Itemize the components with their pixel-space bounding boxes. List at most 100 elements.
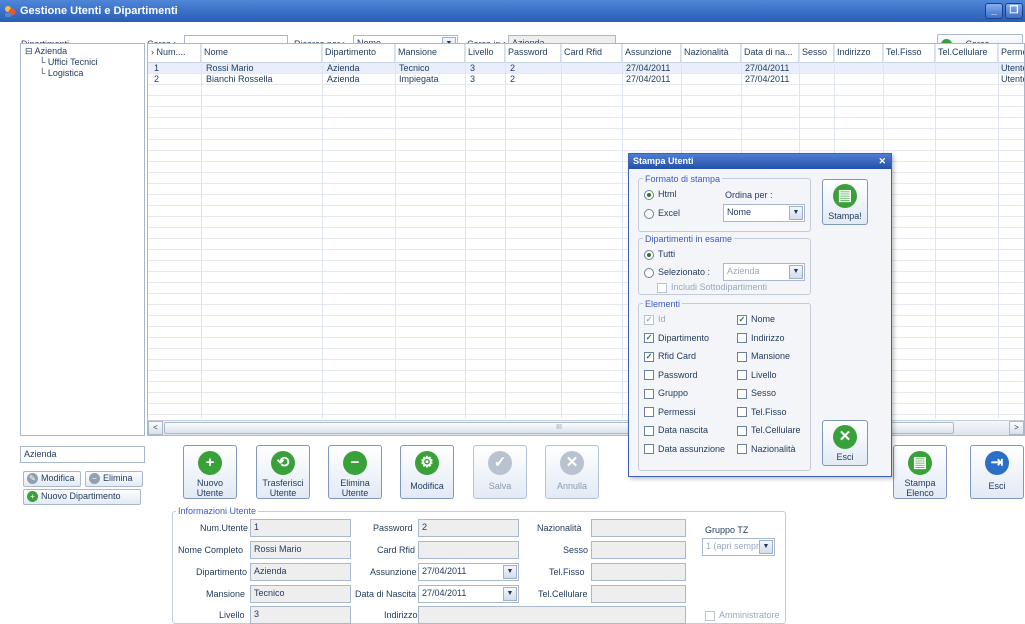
elemento-checkbox[interactable]: Sesso <box>737 388 776 399</box>
ordina-per-select[interactable]: Nome ▼ <box>723 204 805 222</box>
elemento-checkbox[interactable]: ✓ Id <box>644 314 666 325</box>
elemento-checkbox[interactable]: Tel.Fisso <box>737 407 787 418</box>
maximize-button[interactable]: ❐ <box>1005 3 1023 19</box>
stampa-button[interactable]: ▤ Stampa! <box>822 179 868 225</box>
scroll-left-button[interactable]: < <box>148 421 163 435</box>
elemento-checkbox[interactable]: Livello <box>737 370 777 381</box>
checkbox-box <box>644 425 654 436</box>
selezionato-select[interactable]: Azienda ▼ <box>723 263 805 281</box>
assunzione-date-picker[interactable]: 27/04/2011 ▼ <box>418 563 519 581</box>
column-header[interactable]: Mansione <box>395 44 465 62</box>
column-header[interactable]: Perme <box>998 44 1024 62</box>
tree-node-uffici[interactable]: └ Uffici Tecnici <box>25 57 140 68</box>
excel-radio[interactable]: Excel <box>644 208 680 219</box>
column-header[interactable]: Card Rfid <box>561 44 622 62</box>
sesso-field[interactable] <box>591 541 686 559</box>
chevron-down-icon: ▼ <box>503 565 517 579</box>
card-rfid-field[interactable] <box>418 541 519 559</box>
nuovo-dipartimento-button[interactable]: + Nuovo Dipartimento <box>23 489 141 505</box>
table-row[interactable]: 2 Bianchi Rossella Azienda Impiegata 3 2… <box>148 74 1024 85</box>
password-field[interactable]: 2 <box>418 519 519 537</box>
collapse-icon[interactable]: ⊟ <box>25 46 33 56</box>
elemento-checkbox[interactable]: Mansione <box>737 351 790 362</box>
check-icon: ✓ <box>644 333 654 344</box>
elemento-checkbox[interactable]: Permessi <box>644 407 696 418</box>
elemento-checkbox[interactable]: ✓ Rfid Card <box>644 351 696 362</box>
column-header[interactable]: Livello <box>465 44 505 62</box>
elemento-checkbox[interactable]: Indirizzo <box>737 333 785 344</box>
exit-icon: ⇥ <box>985 451 1009 475</box>
tree-node-root[interactable]: ⊟ Azienda <box>25 46 140 57</box>
trasferisci-utente-button[interactable]: ⟲ Trasferisci Utente <box>256 445 310 499</box>
tel-fisso-label: Tel.Fisso <box>549 567 585 577</box>
elemento-checkbox[interactable]: Nazionalità <box>737 444 796 455</box>
checkbox-box <box>737 444 747 455</box>
checkbox-box <box>737 407 747 418</box>
column-header[interactable]: Tel.Cellulare <box>935 44 998 62</box>
tree-node-logistica[interactable]: └ Logistica <box>25 68 140 79</box>
nome-completo-label: Nome Completo <box>178 545 244 555</box>
department-tree[interactable]: ⊟ Azienda └ Uffici Tecnici └ Logistica <box>20 43 145 436</box>
horizontal-scrollbar[interactable]: < III > <box>148 420 1024 435</box>
dipartimento-field[interactable]: Azienda <box>250 563 351 581</box>
users-grid[interactable]: › Num.... Nome Dipartimento Mansione Liv… <box>147 43 1025 436</box>
column-header[interactable]: Data di na... <box>741 44 799 62</box>
elemento-checkbox[interactable]: Tel.Cellulare <box>737 425 801 436</box>
annulla-button[interactable]: ✕ Annulla <box>545 445 599 499</box>
checkbox-box <box>644 407 654 418</box>
chevron-down-icon: ▼ <box>789 206 803 220</box>
checkbox-box <box>644 444 654 455</box>
elimina-utente-button[interactable]: − Elimina Utente <box>328 445 382 499</box>
scroll-right-button[interactable]: > <box>1009 421 1024 435</box>
modifica-dipartimento-button[interactable]: ✎ Modifica <box>23 471 81 487</box>
tutti-radio[interactable]: Tutti <box>644 249 675 260</box>
close-icon[interactable]: ✕ <box>878 156 886 167</box>
radio-icon <box>644 208 654 219</box>
window-title: Gestione Utenti e Dipartimenti <box>20 5 178 17</box>
nuovo-utente-button[interactable]: + Nuovo Utente <box>183 445 237 499</box>
column-header[interactable]: Nazionalità <box>681 44 741 62</box>
amministratore-checkbox[interactable]: Amministratore <box>705 610 780 621</box>
modifica-button[interactable]: ⚙ Modifica <box>400 445 454 499</box>
selezionato-radio[interactable]: Selezionato : <box>644 267 710 278</box>
maximize-icon: ❐ <box>1009 5 1019 16</box>
tel-cellulare-field[interactable] <box>591 585 686 603</box>
column-header[interactable]: Nome <box>201 44 322 62</box>
elemento-checkbox[interactable]: ✓ Nome <box>737 314 775 325</box>
livello-field[interactable]: 3 <box>250 606 351 624</box>
table-row[interactable]: 1 Rossi Mario Azienda Tecnico 3 2 27/04/… <box>148 63 1024 74</box>
user-info-title: Informazioni Utente <box>176 506 259 516</box>
column-header[interactable]: Password <box>505 44 561 62</box>
elemento-checkbox[interactable]: Data assunzione <box>644 444 725 455</box>
department-name-field[interactable]: Azienda <box>20 446 145 463</box>
column-header[interactable]: Indirizzo <box>834 44 883 62</box>
column-header[interactable]: Tel.Fisso <box>883 44 935 62</box>
nome-completo-field[interactable]: Rossi Mario <box>250 541 351 559</box>
tel-fisso-field[interactable] <box>591 563 686 581</box>
app-icon <box>3 4 17 18</box>
data-nascita-date-picker[interactable]: 27/04/2011 ▼ <box>418 585 519 603</box>
dipartimento-label: Dipartimento <box>196 567 248 577</box>
elimina-dipartimento-button[interactable]: − Elimina <box>85 471 143 487</box>
gruppo-tz-select[interactable]: 1 (apri sempre) ▼ <box>702 538 775 556</box>
column-header[interactable]: Assunzione <box>622 44 681 62</box>
chevron-down-icon: ▼ <box>503 587 517 601</box>
column-header[interactable]: Dipartimento <box>322 44 395 62</box>
column-header[interactable]: › Num.... <box>148 44 201 62</box>
salva-button[interactable]: ✓ Salva <box>473 445 527 499</box>
elemento-checkbox[interactable]: Password <box>644 370 698 381</box>
dialog-esci-button[interactable]: ✕ Esci <box>822 420 868 466</box>
html-radio[interactable]: Html <box>644 189 677 200</box>
minimize-button[interactable]: _ <box>985 3 1003 19</box>
column-header[interactable]: Sesso <box>799 44 834 62</box>
check-icon: ✓ <box>644 351 654 362</box>
mansione-field[interactable]: Tecnico <box>250 585 351 603</box>
stampa-elenco-button[interactable]: ▤ Stampa Elenco <box>893 445 947 499</box>
esci-button[interactable]: ⇥ Esci <box>970 445 1024 499</box>
nazionalita-field[interactable] <box>591 519 686 537</box>
elemento-checkbox[interactable]: Data nascita <box>644 425 708 436</box>
elemento-checkbox[interactable]: Gruppo <box>644 388 688 399</box>
indirizzo-field[interactable] <box>418 606 686 624</box>
elemento-checkbox[interactable]: ✓ Dipartimento <box>644 333 709 344</box>
includi-sottodipartimenti-checkbox[interactable]: Includi Sottodipartimenti <box>657 282 767 293</box>
